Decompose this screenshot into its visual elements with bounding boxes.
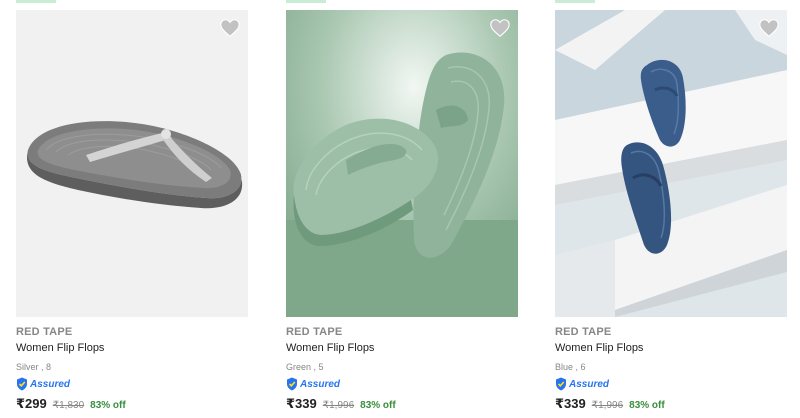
original-price: ₹1,830 xyxy=(52,400,85,411)
product-title[interactable]: Women Flip Flops xyxy=(16,342,104,354)
selling-price: ₹299 xyxy=(16,396,47,411)
ad-tag-strip xyxy=(16,0,56,3)
product-card[interactable]: RED TAPE Women Flip Flops Silver , 8 Ass… xyxy=(16,0,248,418)
product-title[interactable]: Women Flip Flops xyxy=(555,342,643,354)
product-brand: RED TAPE xyxy=(555,326,612,338)
heart-icon xyxy=(220,19,240,37)
discount-label: 83% off xyxy=(90,400,126,411)
assured-label: Assured xyxy=(30,378,71,390)
original-price: ₹1,996 xyxy=(591,400,624,411)
product-variant: Silver , 8 xyxy=(16,362,52,372)
product-title[interactable]: Women Flip Flops xyxy=(286,342,374,354)
product-card[interactable]: RED TAPE Women Flip Flops Blue , 6 Assur… xyxy=(555,0,787,418)
assured-badge: Assured xyxy=(16,376,70,392)
green-flip-flop-image xyxy=(286,10,518,317)
product-card[interactable]: RED TAPE Women Flip Flops Green , 5 Assu… xyxy=(286,0,518,418)
assured-badge: Assured xyxy=(286,376,340,392)
wishlist-button[interactable] xyxy=(751,10,787,46)
blue-flip-flop-image xyxy=(555,10,787,317)
price-row: ₹299 ₹1,830 83% off xyxy=(16,396,126,412)
original-price: ₹1,996 xyxy=(322,400,355,411)
ad-tag-strip xyxy=(555,0,595,3)
product-image[interactable] xyxy=(286,10,518,317)
silver-flip-flop-image xyxy=(16,10,248,317)
product-variant: Green , 5 xyxy=(286,362,324,372)
product-brand: RED TAPE xyxy=(286,326,343,338)
ad-tag-strip xyxy=(286,0,326,3)
product-brand: RED TAPE xyxy=(16,326,73,338)
shield-check-icon xyxy=(556,377,566,391)
price-row: ₹339 ₹1,996 83% off xyxy=(555,396,665,412)
discount-label: 83% off xyxy=(629,400,665,411)
product-image[interactable] xyxy=(16,10,248,317)
assured-label: Assured xyxy=(300,378,341,390)
discount-label: 83% off xyxy=(360,400,396,411)
selling-price: ₹339 xyxy=(286,396,317,411)
price-row: ₹339 ₹1,996 83% off xyxy=(286,396,396,412)
shield-check-icon xyxy=(17,377,27,391)
product-variant: Blue , 6 xyxy=(555,362,586,372)
wishlist-button[interactable] xyxy=(482,10,518,46)
selling-price: ₹339 xyxy=(555,396,586,411)
assured-badge: Assured xyxy=(555,376,609,392)
heart-icon xyxy=(490,19,510,37)
assured-label: Assured xyxy=(569,378,610,390)
wishlist-button[interactable] xyxy=(212,10,248,46)
product-image[interactable] xyxy=(555,10,787,317)
heart-icon xyxy=(759,19,779,37)
shield-check-icon xyxy=(287,377,297,391)
